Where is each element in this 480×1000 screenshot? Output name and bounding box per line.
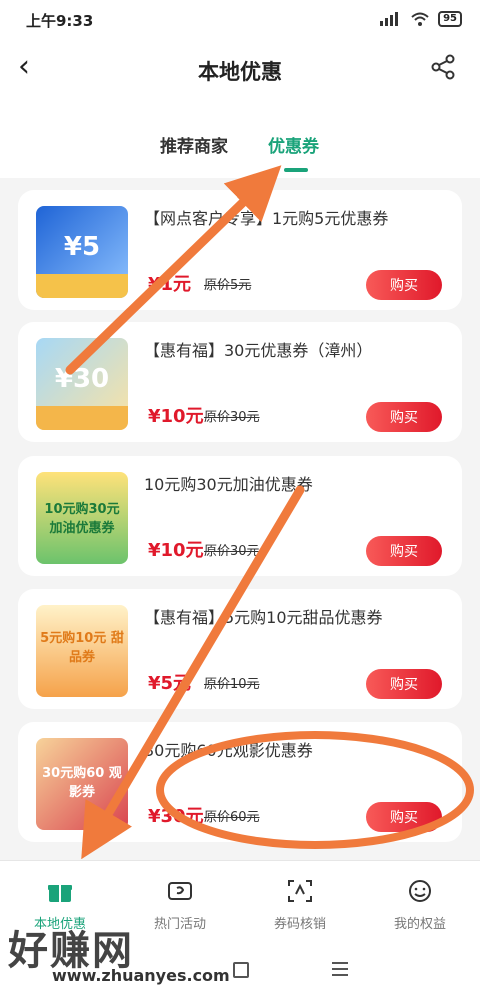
coupon-card[interactable]: 30元购60 观影券 30元购60元观影优惠券 ¥30元 原价60元 购买 bbox=[18, 722, 462, 842]
coupon-original-price: 原价30元 bbox=[204, 544, 260, 559]
coupon-original-price: 原价60元 bbox=[204, 810, 260, 825]
ticket-icon bbox=[168, 882, 192, 900]
battery-icon: 95 bbox=[438, 11, 462, 27]
buy-button[interactable]: 购买 bbox=[366, 270, 442, 300]
menu-button[interactable] bbox=[332, 962, 348, 980]
coupon-thumbnail: ¥5 bbox=[36, 206, 128, 298]
gift-icon bbox=[48, 885, 72, 902]
coupon-title: 【惠有福】5元购10元甜品优惠券 bbox=[144, 608, 383, 627]
status-bar: 上午9:33 95 bbox=[0, 0, 480, 40]
signal-icon bbox=[380, 12, 399, 26]
coupon-card[interactable]: ¥30 【惠有福】30元优惠券（漳州） ¥10元 原价30元 购买 bbox=[18, 322, 462, 442]
share-icon[interactable] bbox=[430, 54, 456, 80]
active-tab-indicator bbox=[284, 168, 308, 172]
buy-button[interactable]: 购买 bbox=[366, 402, 442, 432]
coupon-price: ¥1元 bbox=[148, 274, 192, 295]
coupon-price: ¥10元 bbox=[148, 406, 204, 427]
buy-button[interactable]: 购买 bbox=[366, 536, 442, 566]
page-title: 本地优惠 bbox=[198, 60, 282, 84]
app-header: ‹ 本地优惠 bbox=[0, 40, 480, 100]
buy-button[interactable]: 购买 bbox=[366, 802, 442, 832]
coupon-price: ¥5元 bbox=[148, 673, 192, 694]
tab-coupons[interactable]: 优惠券 bbox=[268, 132, 319, 157]
coupon-original-price: 原价30元 bbox=[204, 410, 260, 425]
coupon-card[interactable]: 5元购10元 甜品券 【惠有福】5元购10元甜品优惠券 ¥5元 原价10元 购买 bbox=[18, 589, 462, 709]
buy-button[interactable]: 购买 bbox=[366, 669, 442, 699]
coupon-title: 10元购30元加油优惠券 bbox=[144, 475, 313, 494]
coupon-price: ¥30元 bbox=[148, 806, 204, 827]
coupon-card[interactable]: 10元购30元 加油优惠券 10元购30元加油优惠券 ¥10元 原价30元 购买 bbox=[18, 456, 462, 576]
coupon-title: 【网点客户专享】1元购5元优惠券 bbox=[144, 209, 389, 228]
tab-recommended-merchants[interactable]: 推荐商家 bbox=[160, 132, 228, 157]
scan-icon bbox=[288, 880, 312, 902]
wifi-icon bbox=[411, 12, 429, 26]
coupon-thumbnail: ¥30 bbox=[36, 338, 128, 430]
coupon-title: 30元购60元观影优惠券 bbox=[144, 741, 313, 760]
nav-item-coupon-redeem[interactable]: 券码核销 bbox=[240, 861, 360, 941]
nav-item-hot-events[interactable]: 热门活动 bbox=[120, 861, 240, 941]
coupon-thumbnail: 30元购60 观影券 bbox=[36, 738, 128, 830]
coupon-original-price: 原价10元 bbox=[204, 677, 260, 692]
tab-bar: 推荐商家 优惠券 bbox=[0, 100, 480, 178]
coupon-card[interactable]: ¥5 【网点客户专享】1元购5元优惠券 ¥1元 原价5元 购买 bbox=[18, 190, 462, 310]
coupon-title: 【惠有福】30元优惠券（漳州） bbox=[144, 341, 373, 360]
coupon-thumbnail: 10元购30元 加油优惠券 bbox=[36, 472, 128, 564]
home-button[interactable] bbox=[233, 962, 249, 978]
status-time: 上午9:33 bbox=[26, 12, 94, 30]
coupon-thumbnail: 5元购10元 甜品券 bbox=[36, 605, 128, 697]
smile-icon bbox=[409, 880, 431, 902]
coupon-original-price: 原价5元 bbox=[204, 278, 252, 293]
coupon-price: ¥10元 bbox=[148, 540, 204, 561]
nav-item-my-benefits[interactable]: 我的权益 bbox=[360, 861, 480, 941]
watermark-url: www.zhuanyes.com bbox=[52, 966, 230, 985]
